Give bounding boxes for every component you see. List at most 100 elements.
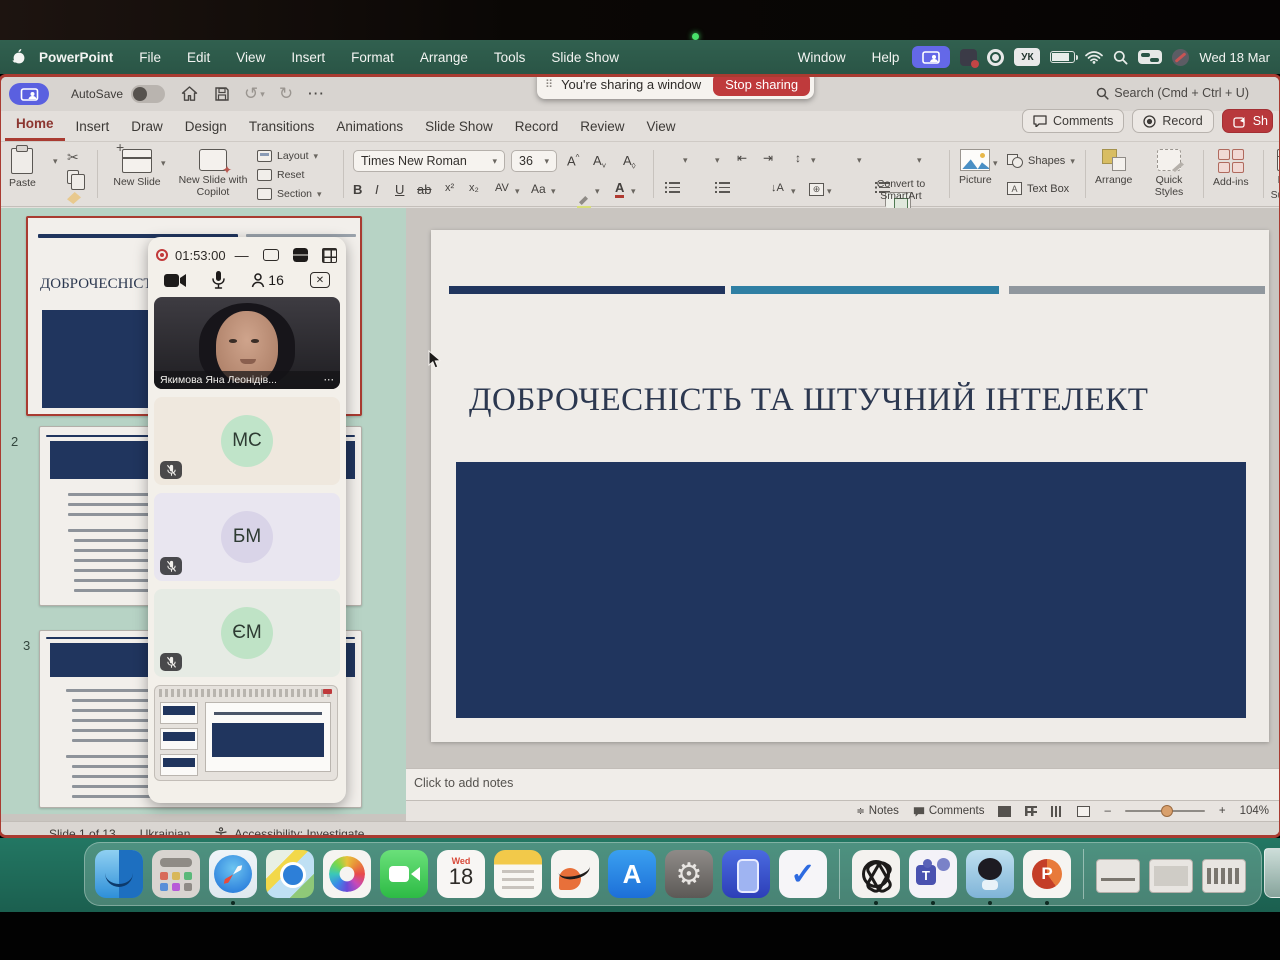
convert-smartart-label[interactable]: Convert to SmartArt [863, 178, 939, 202]
minimized-window-2[interactable] [1149, 859, 1193, 893]
cut-button[interactable]: ✂ [67, 150, 79, 164]
comments-button[interactable]: Comments [1022, 109, 1124, 133]
trash-icon[interactable] [1264, 848, 1280, 898]
tab-design[interactable]: Design [174, 114, 238, 141]
microsoft-todo-icon[interactable]: ✓ [779, 850, 827, 898]
zoom-slider[interactable] [1125, 810, 1205, 813]
notes-app-icon[interactable] [494, 850, 542, 898]
participants-button[interactable]: 16 [251, 272, 284, 288]
paste-button[interactable]: Paste [9, 148, 36, 189]
new-slide-button[interactable]: New Slide [113, 149, 161, 188]
banner-grip-icon[interactable]: ⠿ [545, 78, 553, 91]
menubar-app-name[interactable]: PowerPoint [26, 50, 126, 65]
slide-editing-surface[interactable]: ДОБРОЧЕСНІСТЬ ТА ШТУЧНИЙ ІНТЕЛЕКТ [431, 230, 1269, 742]
normal-view-button[interactable] [998, 806, 1011, 817]
numbering-button[interactable] [715, 181, 730, 193]
slide-sorter-view-button[interactable] [1025, 806, 1037, 816]
gallery-view-button[interactable] [322, 248, 337, 263]
line-spacing-chevron-icon[interactable]: ▾ [811, 155, 816, 166]
arrange-button[interactable]: Arrange [1095, 149, 1132, 186]
accessibility-checker[interactable]: Accessibility: Investigate [214, 827, 364, 839]
clear-formatting-button[interactable]: A◊ [623, 153, 636, 171]
bullets-chevron-icon[interactable]: ▾ [683, 155, 688, 166]
underline-button[interactable]: U [395, 182, 404, 197]
italic-button[interactable]: I [375, 182, 379, 197]
redo-button[interactable]: ↻ [279, 84, 293, 104]
reading-view-button[interactable] [1051, 806, 1063, 817]
font-name-select[interactable]: Times New Roman ▾ [353, 150, 505, 172]
tab-home[interactable]: Home [5, 111, 65, 141]
add-ins-button[interactable]: Add-ins [1213, 149, 1249, 188]
text-direction-button[interactable]: ↓A [771, 182, 784, 194]
menu-view[interactable]: View [223, 50, 278, 65]
menubar-extra-icon[interactable] [1172, 49, 1189, 66]
notes-toggle-button[interactable]: ≑Notes [856, 805, 898, 817]
paste-chevron-icon[interactable]: ▾ [53, 156, 58, 167]
zoom-out-button[interactable]: – [1104, 805, 1110, 817]
grow-font-button[interactable]: A^ [567, 153, 579, 168]
menu-file[interactable]: File [126, 50, 174, 65]
character-spacing-button[interactable]: AV [495, 182, 509, 194]
align-text-chevron-icon[interactable]: ▾ [827, 186, 832, 197]
menu-insert[interactable]: Insert [278, 50, 338, 65]
layout-button[interactable]: Layout ▾ [257, 150, 318, 162]
increase-indent-button[interactable]: ⇥ [763, 151, 773, 165]
microphone-button[interactable] [212, 271, 225, 289]
zoom-slider-knob[interactable] [1161, 805, 1173, 817]
strikethrough-button[interactable]: ab [417, 182, 431, 197]
stack-view-button[interactable] [293, 248, 308, 262]
superscript-button[interactable]: x² [445, 182, 454, 194]
spotlight-search-icon[interactable] [1113, 50, 1128, 65]
tab-draw[interactable]: Draw [120, 114, 174, 141]
notes-pane[interactable]: Click to add notes [406, 768, 1279, 800]
speaker-view-button[interactable] [263, 249, 279, 261]
change-case-button[interactable]: Aa [531, 182, 546, 196]
apple-menu-icon[interactable] [12, 49, 26, 65]
line-spacing-button[interactable]: ↕ [795, 151, 801, 165]
spacing-chevron-icon[interactable]: ▾ [515, 186, 520, 197]
chatgpt-menubar-icon[interactable] [987, 49, 1004, 66]
speaker-video-tile[interactable]: Якимова Яна Леонідів... ⋯ [154, 297, 340, 389]
numbering-chevron-icon[interactable]: ▾ [715, 155, 720, 166]
tab-animations[interactable]: Animations [325, 114, 414, 141]
safari-app-icon[interactable] [209, 850, 257, 898]
slide-content-rectangle[interactable] [456, 462, 1246, 718]
menu-edit[interactable]: Edit [174, 50, 223, 65]
participant-tile-3[interactable]: ЄМ [154, 589, 340, 677]
chatgpt-app-icon[interactable] [852, 850, 900, 898]
comments-toggle-button[interactable]: Comments [913, 805, 985, 817]
shrink-font-button[interactable]: A˅ [593, 153, 606, 171]
case-chevron-icon[interactable]: ▾ [551, 186, 556, 197]
zoom-percentage[interactable]: 104% [1240, 805, 1269, 817]
photos-app-icon[interactable] [323, 850, 371, 898]
stop-sharing-button[interactable]: Stop sharing [713, 74, 810, 96]
shapes-button[interactable]: Shapes ▾ [1007, 154, 1075, 168]
camera-button[interactable] [164, 273, 186, 288]
battery-icon[interactable] [1050, 51, 1075, 63]
text-direction-chevron-icon[interactable]: ▾ [791, 186, 796, 197]
font-size-select[interactable]: 36 ▾ [511, 150, 557, 172]
highlight-chevron-icon[interactable]: ▾ [595, 186, 600, 197]
wifi-icon[interactable] [1085, 51, 1103, 64]
powerpoint-app-icon[interactable] [1023, 850, 1071, 898]
slide-title-text[interactable]: ДОБРОЧЕСНІСТЬ ТА ШТУЧНИЙ ІНТЕЛЕКТ [469, 382, 1169, 419]
font-color-button[interactable]: A [615, 181, 624, 198]
align-text-button[interactable]: ⊕ [809, 183, 824, 196]
bold-button[interactable]: B [353, 182, 362, 197]
smartart-chevron-icon[interactable]: ▾ [917, 155, 922, 166]
system-settings-icon[interactable]: ⚙ [665, 850, 713, 898]
shared-screen-preview[interactable] [154, 685, 338, 781]
control-center-icon[interactable] [1138, 50, 1162, 64]
maps-app-icon[interactable] [266, 850, 314, 898]
screen-sharing-menubar-icon[interactable] [912, 46, 950, 68]
assistant-robot-app-icon[interactable] [966, 850, 1014, 898]
menu-arrange[interactable]: Arrange [407, 50, 481, 65]
search-bar[interactable]: Search (Cmd + Ctrl + U) [1096, 86, 1249, 100]
facetime-app-icon[interactable] [380, 850, 428, 898]
format-painter-button[interactable] [67, 192, 81, 204]
menu-tools[interactable]: Tools [481, 50, 539, 65]
picture-chevron-icon[interactable]: ▾ [993, 158, 998, 169]
decrease-indent-button[interactable]: ⇤ [737, 151, 747, 165]
tab-transitions[interactable]: Transitions [238, 114, 326, 141]
microsoft-teams-icon[interactable] [909, 850, 957, 898]
